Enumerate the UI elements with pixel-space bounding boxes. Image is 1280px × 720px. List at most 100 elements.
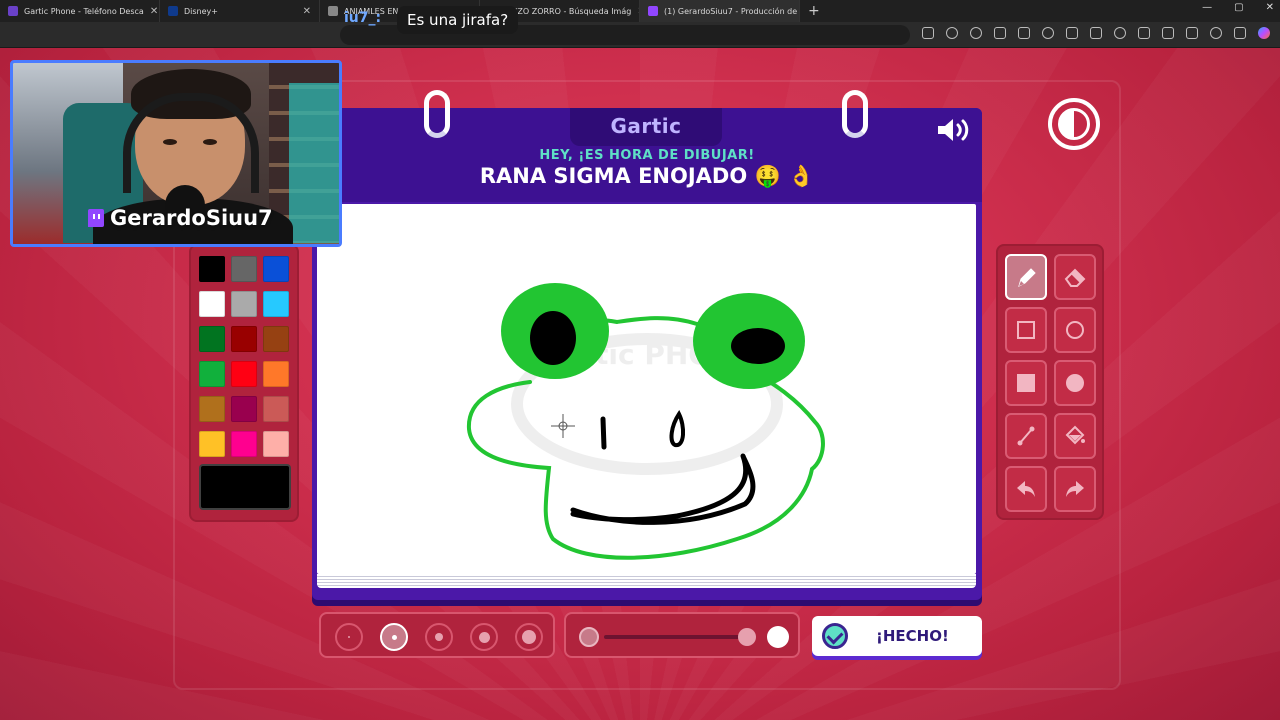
browser-toolbar [922, 27, 1270, 39]
extension-icon[interactable] [946, 27, 958, 39]
bucket-icon [1065, 425, 1085, 445]
extension-icon[interactable] [970, 27, 982, 39]
close-icon[interactable]: ✕ [303, 6, 311, 17]
line-tool[interactable] [1005, 413, 1047, 459]
color-swatch[interactable] [199, 396, 225, 422]
streamer-tag: GerardoSiuu7 [88, 206, 273, 230]
close-icon[interactable]: ✕ [150, 6, 158, 17]
brush-size-option[interactable] [335, 623, 363, 651]
color-swatch[interactable] [199, 291, 225, 317]
color-swatch[interactable] [231, 326, 257, 352]
color-swatch[interactable] [199, 431, 225, 457]
done-button[interactable]: ¡HECHO! [812, 616, 982, 656]
frog-pupil-right [731, 328, 785, 364]
rectangle-fill-tool[interactable] [1005, 360, 1047, 406]
gartic-logo: Gartic [610, 114, 682, 138]
color-swatch[interactable] [263, 326, 289, 352]
opacity-track[interactable] [604, 635, 754, 639]
tab-title: ARIZO ZORRO - Búsqueda Imág [504, 6, 632, 16]
new-tab-button[interactable]: + [800, 3, 828, 19]
tools-panel [996, 244, 1104, 520]
color-swatch[interactable] [231, 396, 257, 422]
history-icon[interactable] [1114, 27, 1126, 39]
color-swatch[interactable] [263, 361, 289, 387]
close-window-button[interactable]: ✕ [1266, 2, 1274, 13]
overlay-partial-name: iu7_: [344, 10, 382, 26]
current-color-preview [199, 464, 291, 510]
color-swatch[interactable] [263, 396, 289, 422]
notebook-pages-edge [317, 574, 976, 588]
brush-size-dot [348, 636, 350, 638]
drawing-canvas[interactable]: Gartic PHONE [317, 204, 976, 574]
split-screen-icon[interactable] [1066, 27, 1078, 39]
gartic-favicon-icon [8, 6, 18, 16]
ellipse-fill-tool[interactable] [1054, 360, 1096, 406]
extension-icon[interactable] [994, 27, 1006, 39]
notebook-ring-icon [842, 90, 868, 138]
drawing-prompt: RANA SIGMA ENOJADO 🤑 👌 [479, 164, 815, 188]
screenshot-icon[interactable] [1186, 27, 1198, 39]
opacity-max-icon [767, 626, 789, 648]
draw-kicker: HEY, ¡ES HORA DE DIBUJAR! [539, 148, 755, 163]
profile-icon[interactable] [1210, 27, 1222, 39]
brush-size-option[interactable] [380, 623, 408, 651]
rectangle-outline-tool[interactable] [1005, 307, 1047, 353]
eraser-tool[interactable] [1054, 254, 1096, 300]
rectangle-fill-icon [1017, 374, 1035, 392]
favorites-icon[interactable] [1090, 27, 1102, 39]
opacity-slider[interactable] [564, 612, 800, 658]
undo-tool[interactable] [1005, 466, 1047, 512]
opacity-handle[interactable] [738, 628, 756, 646]
color-swatch[interactable] [231, 361, 257, 387]
ellipse-fill-icon [1066, 374, 1084, 392]
browser-tab[interactable]: Disney+ ✕ [160, 0, 320, 22]
pencil-tool[interactable] [1005, 254, 1047, 300]
brush-size-dot [522, 630, 536, 644]
notebook-ring-icon [424, 90, 450, 138]
color-swatch[interactable] [263, 431, 289, 457]
webcam-eye [163, 139, 177, 145]
color-swatch[interactable] [199, 361, 225, 387]
color-palette [189, 244, 299, 522]
ellipse-outline-tool[interactable] [1054, 307, 1096, 353]
checkmark-icon [822, 623, 848, 649]
opacity-min-icon [579, 627, 599, 647]
color-swatch[interactable] [199, 326, 225, 352]
brush-size-option[interactable] [425, 623, 453, 651]
pencil-icon [1018, 268, 1036, 287]
tab-title: Disney+ [184, 6, 218, 16]
minimize-button[interactable]: — [1202, 2, 1212, 13]
brush-size-option[interactable] [515, 623, 543, 651]
rectangle-outline-icon [1017, 321, 1035, 339]
brush-size-selector [319, 612, 555, 658]
favorite-icon[interactable] [922, 27, 934, 39]
maximize-button[interactable]: ▢ [1234, 2, 1243, 13]
performance-icon[interactable] [1162, 27, 1174, 39]
extension-icon[interactable] [1042, 27, 1054, 39]
color-swatch[interactable] [231, 256, 257, 282]
contrast-toggle-icon[interactable] [1048, 98, 1100, 150]
frog-nostril-left [600, 416, 607, 450]
bucket-tool[interactable] [1054, 413, 1096, 459]
browser-tab-active[interactable]: (1) GerardoSiuu7 - Producción de ✕ [640, 0, 800, 22]
color-swatch[interactable] [231, 291, 257, 317]
color-swatch[interactable] [199, 256, 225, 282]
eraser-icon [1064, 268, 1086, 287]
webcam-light [289, 83, 339, 243]
browser-tabbar: Gartic Phone - Teléfono Desca ✕ Disney+ … [0, 0, 1280, 22]
more-options-icon[interactable] [1234, 27, 1246, 39]
drawing-svg: Gartic PHONE [466, 283, 825, 560]
volume-icon[interactable] [936, 116, 972, 144]
color-swatch[interactable] [263, 256, 289, 282]
redo-tool[interactable] [1054, 466, 1096, 512]
subtitle-bubble: Es una jirafa? [397, 6, 519, 34]
ellipse-outline-icon [1066, 321, 1084, 339]
brush-size-option[interactable] [470, 623, 498, 651]
copilot-icon[interactable] [1258, 27, 1270, 39]
frog-pupil-left [530, 311, 576, 365]
color-swatch[interactable] [263, 291, 289, 317]
downloads-icon[interactable] [1138, 27, 1150, 39]
browser-tab[interactable]: Gartic Phone - Teléfono Desca ✕ [0, 0, 160, 22]
extension-icon[interactable] [1018, 27, 1030, 39]
color-swatch[interactable] [231, 431, 257, 457]
